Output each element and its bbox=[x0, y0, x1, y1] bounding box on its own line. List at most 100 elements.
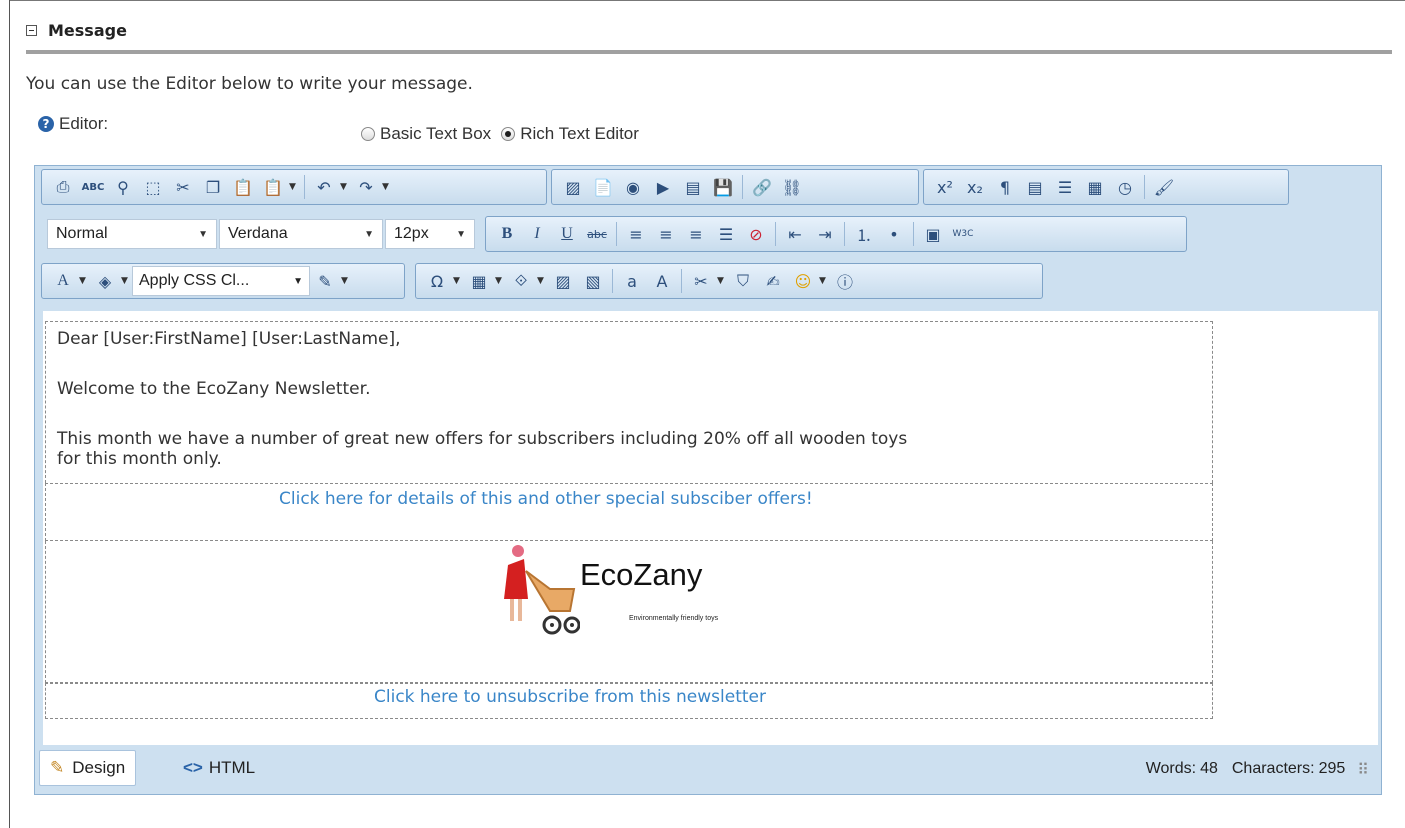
module-manager-dropdown-arrow-icon[interactable]: ▼ bbox=[717, 276, 727, 286]
paste-icon[interactable]: 📋 bbox=[231, 175, 255, 199]
help-question-icon[interactable]: ? bbox=[38, 116, 54, 132]
align-right-icon[interactable]: ≡ bbox=[684, 222, 708, 246]
absolute-position-icon[interactable]: ▧ bbox=[581, 269, 605, 293]
toolbar-separator bbox=[616, 222, 617, 246]
css-class-value: Apply CSS Cl... bbox=[139, 272, 250, 289]
insert-snippet-icon[interactable]: ⟐ bbox=[509, 269, 533, 293]
image-map-icon[interactable]: ▨ bbox=[551, 269, 575, 293]
pencil-icon: ✎ bbox=[50, 758, 65, 777]
toolbar-separator bbox=[681, 269, 682, 293]
toolbar-group-format: x² x₂ ¶ ▤ ☰ ▦ ◷ 🖌 bbox=[923, 169, 1289, 205]
document-manager-icon[interactable]: 📄 bbox=[591, 175, 615, 199]
hyperlink-icon[interactable]: 🔗 bbox=[750, 175, 774, 199]
remove-format-icon[interactable]: ⊘ bbox=[744, 222, 768, 246]
print-icon[interactable]: ⎙ bbox=[51, 175, 75, 199]
fore-color-dropdown-arrow-icon[interactable]: ▼ bbox=[79, 276, 89, 286]
italic-icon[interactable]: I bbox=[525, 222, 549, 246]
superscript-icon[interactable]: x² bbox=[933, 175, 957, 199]
toolbar-separator bbox=[742, 175, 743, 199]
basic-text-box-label[interactable]: Basic Text Box bbox=[380, 124, 491, 144]
format-code-icon[interactable]: ▤ bbox=[1023, 175, 1047, 199]
indent-icon[interactable]: ⇥ bbox=[813, 222, 837, 246]
fore-color-icon[interactable]: A bbox=[51, 269, 75, 293]
words-label: Words: bbox=[1145, 760, 1197, 777]
strikethrough-icon[interactable]: abc bbox=[585, 222, 609, 246]
unsubscribe-link[interactable]: Click here to unsubscribe from this news… bbox=[374, 687, 766, 707]
logo-tagline: Environmentally friendly toys bbox=[629, 615, 719, 622]
back-color-dropdown-arrow-icon[interactable]: ▼ bbox=[121, 276, 131, 286]
insert-custom-icon[interactable]: ⛉ bbox=[731, 269, 755, 293]
toolbar-separator bbox=[775, 222, 776, 246]
form-elements-icon[interactable]: ✍ bbox=[761, 269, 785, 293]
paragraph-style-dropdown[interactable]: Normal ▼ bbox=[47, 219, 217, 249]
page-properties-icon[interactable]: ▦ bbox=[1083, 175, 1107, 199]
toggle-borders-icon[interactable]: ▣ bbox=[921, 222, 945, 246]
message-section-header[interactable]: Message bbox=[26, 18, 127, 42]
css-class-dropdown[interactable]: Apply CSS Cl... ▼ bbox=[132, 266, 310, 296]
align-left-icon[interactable]: ≡ bbox=[624, 222, 648, 246]
paste-options-icon[interactable]: 📋 bbox=[261, 175, 285, 199]
font-size-dropdown[interactable]: 12px ▼ bbox=[385, 219, 475, 249]
collapse-minus-icon[interactable] bbox=[26, 24, 37, 36]
select-all-icon[interactable]: ⬚ bbox=[141, 175, 165, 199]
section-divider bbox=[26, 50, 1392, 54]
undo-icon[interactable]: ↶ bbox=[312, 175, 336, 199]
cut-icon[interactable]: ✂ bbox=[171, 175, 195, 199]
media-manager-icon[interactable]: ▶ bbox=[651, 175, 675, 199]
bulleted-list-icon[interactable]: • bbox=[882, 222, 906, 246]
spellcheck-icon[interactable]: ABC bbox=[81, 175, 105, 199]
emoticons-icon[interactable]: ☺ bbox=[791, 269, 815, 293]
insert-table-icon[interactable]: ▦ bbox=[467, 269, 491, 293]
toolbar-separator bbox=[913, 222, 914, 246]
emoticons-dropdown-arrow-icon[interactable]: ▼ bbox=[819, 276, 829, 286]
rich-text-editor-radio[interactable] bbox=[501, 127, 516, 141]
format-painter-dropdown-arrow-icon[interactable]: ▼ bbox=[341, 276, 351, 286]
xhtml-validator-icon[interactable]: W3C bbox=[951, 222, 975, 246]
module-manager-icon[interactable]: ✂ bbox=[689, 269, 713, 293]
save-template-icon[interactable]: 💾 bbox=[711, 175, 735, 199]
underline-icon[interactable]: U bbox=[555, 222, 579, 246]
redo-icon[interactable]: ↷ bbox=[354, 175, 378, 199]
format-stripper-icon[interactable]: 🖌 bbox=[1152, 175, 1176, 199]
back-color-icon[interactable]: ◈ bbox=[93, 269, 117, 293]
flash-manager-icon[interactable]: ◉ bbox=[621, 175, 645, 199]
format-painter-icon[interactable]: ✎ bbox=[313, 269, 337, 293]
special-characters-icon[interactable]: Ω bbox=[425, 269, 449, 293]
editor-mode-radio-group: Basic Text Box Rich Text Editor bbox=[361, 124, 649, 144]
find-icon[interactable]: ⚲ bbox=[111, 175, 135, 199]
special-offers-link[interactable]: Click here for details of this and other… bbox=[279, 489, 813, 509]
redo-dropdown-arrow-icon[interactable]: ▼ bbox=[382, 182, 392, 192]
font-name-dropdown[interactable]: Verdana ▼ bbox=[219, 219, 383, 249]
basic-text-box-radio[interactable] bbox=[361, 127, 375, 141]
outdent-icon[interactable]: ⇤ bbox=[783, 222, 807, 246]
editor-content-area[interactable]: Dear [User:FirstName] [User:LastName], W… bbox=[43, 311, 1378, 745]
resize-grip-icon[interactable]: ⠿ bbox=[1357, 760, 1369, 780]
undo-dropdown-arrow-icon[interactable]: ▼ bbox=[340, 182, 350, 192]
convert-lower-icon[interactable]: a bbox=[620, 269, 644, 293]
insert-snippet-dropdown-arrow-icon[interactable]: ▼ bbox=[537, 276, 547, 286]
image-manager-icon[interactable]: ▨ bbox=[561, 175, 585, 199]
numbered-list-icon[interactable]: ⒈ bbox=[852, 222, 876, 246]
copy-icon[interactable]: ❐ bbox=[201, 175, 225, 199]
about-dialog-icon[interactable]: ⓘ bbox=[833, 269, 857, 293]
special-characters-dropdown-arrow-icon[interactable]: ▼ bbox=[453, 276, 463, 286]
paste-dropdown-arrow-icon[interactable]: ▼ bbox=[289, 182, 299, 192]
remove-link-icon[interactable]: ⛓ bbox=[780, 175, 804, 199]
insert-table-dropdown-arrow-icon[interactable]: ▼ bbox=[495, 276, 505, 286]
logo-name: EcoZany bbox=[580, 557, 703, 592]
align-justify-icon[interactable]: ☰ bbox=[1053, 175, 1077, 199]
font-size-value: 12px bbox=[394, 225, 429, 242]
rich-text-editor-label[interactable]: Rich Text Editor bbox=[520, 124, 639, 144]
bold-icon[interactable]: B bbox=[495, 222, 519, 246]
insert-date-icon[interactable]: ◷ bbox=[1113, 175, 1137, 199]
subscript-icon[interactable]: x₂ bbox=[963, 175, 987, 199]
convert-upper-icon[interactable]: A bbox=[650, 269, 674, 293]
toolbar-group-managers: ▨ 📄 ◉ ▶ ▤ 💾 🔗 ⛓ bbox=[551, 169, 919, 205]
html-mode-tab[interactable]: <> HTML bbox=[173, 750, 265, 786]
align-center-icon[interactable]: ≡ bbox=[654, 222, 678, 246]
toolbar-row-2: Normal ▼ Verdana ▼ 12px ▼ B I U abc ≡ ≡ … bbox=[41, 216, 1201, 252]
template-manager-icon[interactable]: ▤ bbox=[681, 175, 705, 199]
paragraph-marks-icon[interactable]: ¶ bbox=[993, 175, 1017, 199]
justify-icon[interactable]: ☰ bbox=[714, 222, 738, 246]
design-mode-tab[interactable]: ✎ Design bbox=[39, 750, 137, 786]
